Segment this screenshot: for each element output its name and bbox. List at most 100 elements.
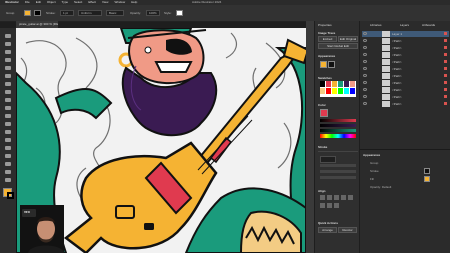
color-slider-r[interactable] <box>320 119 356 122</box>
stroke-align-row[interactable] <box>320 176 356 179</box>
align-right-icon[interactable] <box>334 195 339 200</box>
tab-properties[interactable]: Properties <box>318 23 332 27</box>
type-tool-icon[interactable] <box>3 72 13 79</box>
visibility-eye-icon[interactable] <box>363 60 367 63</box>
curvature-tool-icon[interactable] <box>3 64 13 71</box>
color-fill-indicator[interactable] <box>320 109 328 117</box>
fill-swatch[interactable] <box>24 10 31 16</box>
distribute-right-icon[interactable] <box>334 203 339 208</box>
appearance-row-opacity[interactable]: Opacity: Default <box>370 185 391 189</box>
edit-original-button[interactable]: Edit Original <box>338 36 358 42</box>
eyedropper-tool-icon[interactable] <box>3 160 13 167</box>
layer-row[interactable]: <Path> <box>362 59 449 65</box>
stroke-swatch[interactable] <box>34 10 41 16</box>
eraser-tool-icon[interactable] <box>3 112 13 119</box>
selection-tool-icon[interactable] <box>3 32 13 39</box>
visibility-eye-icon[interactable] <box>363 32 367 35</box>
pen-tool-icon[interactable] <box>3 56 13 63</box>
appearance-row-group[interactable]: Group <box>370 161 378 165</box>
visibility-eye-icon[interactable] <box>363 81 367 84</box>
stroke-corner-row[interactable] <box>320 170 356 173</box>
layer-selection-indicator[interactable] <box>444 95 447 98</box>
align-middle-icon[interactable] <box>348 195 353 200</box>
appearance-fill-swatch-small[interactable] <box>424 176 430 182</box>
layer-row[interactable]: <Path> <box>362 73 449 79</box>
layer-row[interactable]: <Path> <box>362 52 449 58</box>
color-slider-b[interactable] <box>320 129 356 132</box>
visibility-eye-icon[interactable] <box>363 53 367 56</box>
layer-selection-indicator[interactable] <box>444 53 447 56</box>
layer-row[interactable]: <Path> <box>362 66 449 72</box>
appearance-row-stroke[interactable]: Stroke <box>370 169 379 173</box>
rectangle-tool-icon[interactable] <box>3 88 13 95</box>
appearance-stroke-swatch-small[interactable] <box>424 168 430 174</box>
opacity-field[interactable]: 100% <box>146 10 160 16</box>
variable-width-dropdown[interactable]: Uniform <box>78 10 102 16</box>
layer-selection-indicator[interactable] <box>444 81 447 84</box>
visibility-eye-icon[interactable] <box>363 88 367 91</box>
visibility-eye-icon[interactable] <box>363 102 367 105</box>
rotate-tool-icon[interactable] <box>3 120 13 127</box>
color-spectrum[interactable] <box>320 134 356 138</box>
width-tool-icon[interactable] <box>3 136 13 143</box>
visibility-eye-icon[interactable] <box>363 46 367 49</box>
stroke-weight-input[interactable] <box>320 156 336 163</box>
layer-selection-indicator[interactable] <box>444 67 447 70</box>
stroke-color-icon[interactable] <box>7 192 14 199</box>
layer-row[interactable]: <Path> <box>362 45 449 51</box>
layer-selection-indicator[interactable] <box>444 88 447 91</box>
swatch-11[interactable] <box>344 88 349 94</box>
layer-selection-indicator[interactable] <box>444 60 447 63</box>
align-left-icon[interactable] <box>320 195 325 200</box>
align-center-icon[interactable] <box>327 195 332 200</box>
swatch-10[interactable] <box>338 88 343 94</box>
layer-row[interactable]: <Path> <box>362 101 449 107</box>
layer-row[interactable]: <Path> <box>362 80 449 86</box>
recolor-button[interactable]: Recolor <box>338 227 357 233</box>
shape-builder-tool-icon[interactable] <box>3 144 13 151</box>
layer-row[interactable]: <Path> <box>362 94 449 100</box>
arrange-button[interactable]: Arrange <box>318 227 337 233</box>
swatch-2[interactable] <box>326 81 331 87</box>
visibility-eye-icon[interactable] <box>363 74 367 77</box>
tab-libraries[interactable]: Libraries <box>370 23 382 27</box>
tab-layers[interactable]: Layers <box>400 23 409 27</box>
tab-artboards[interactable]: Artboards <box>422 23 435 27</box>
visibility-eye-icon[interactable] <box>363 67 367 70</box>
distribute-center-icon[interactable] <box>327 203 332 208</box>
swatch-6[interactable] <box>350 81 355 87</box>
magic-wand-tool-icon[interactable] <box>3 48 13 55</box>
appearance-row-fill[interactable]: Fill <box>370 177 374 181</box>
layer-selection-indicator[interactable] <box>444 39 447 42</box>
stroke-cap-row[interactable] <box>320 164 356 167</box>
appearance-fill-swatch[interactable] <box>320 61 327 68</box>
layer-row[interactable]: <Path> <box>362 38 449 44</box>
visibility-eye-icon[interactable] <box>363 39 367 42</box>
zoom-tool-icon[interactable] <box>3 176 13 183</box>
layer-selection-indicator[interactable] <box>444 32 447 35</box>
hand-tool-icon[interactable] <box>3 168 13 175</box>
layer-row-top[interactable]: Layer 1 <box>362 31 449 37</box>
appearance-stroke-swatch[interactable] <box>328 61 335 68</box>
swatch-5[interactable] <box>344 81 349 87</box>
layer-selection-indicator[interactable] <box>444 74 447 77</box>
swatch-1[interactable] <box>320 81 325 87</box>
swatch-9[interactable] <box>332 88 337 94</box>
layer-selection-indicator[interactable] <box>444 102 447 105</box>
visibility-eye-icon[interactable] <box>363 95 367 98</box>
graphic-style-swatch[interactable] <box>176 10 183 16</box>
color-slider-g[interactable] <box>320 124 356 127</box>
line-tool-icon[interactable] <box>3 80 13 87</box>
layer-row[interactable]: <Path> <box>362 87 449 93</box>
brush-dropdown[interactable]: Basic <box>106 10 124 16</box>
paintbrush-tool-icon[interactable] <box>3 96 13 103</box>
gradient-tool-icon[interactable] <box>3 152 13 159</box>
scale-tool-icon[interactable] <box>3 128 13 135</box>
direct-selection-tool-icon[interactable] <box>3 40 13 47</box>
swatch-4[interactable] <box>338 81 343 87</box>
document-tab[interactable]: pirate_guitar.ai @ 300 % (RGB/Preview) <box>16 21 58 28</box>
start-global-edit-button[interactable]: Start Global Edit <box>318 43 358 49</box>
embed-button[interactable]: Embed <box>318 36 337 42</box>
distribute-left-icon[interactable] <box>320 203 325 208</box>
align-top-icon[interactable] <box>341 195 346 200</box>
